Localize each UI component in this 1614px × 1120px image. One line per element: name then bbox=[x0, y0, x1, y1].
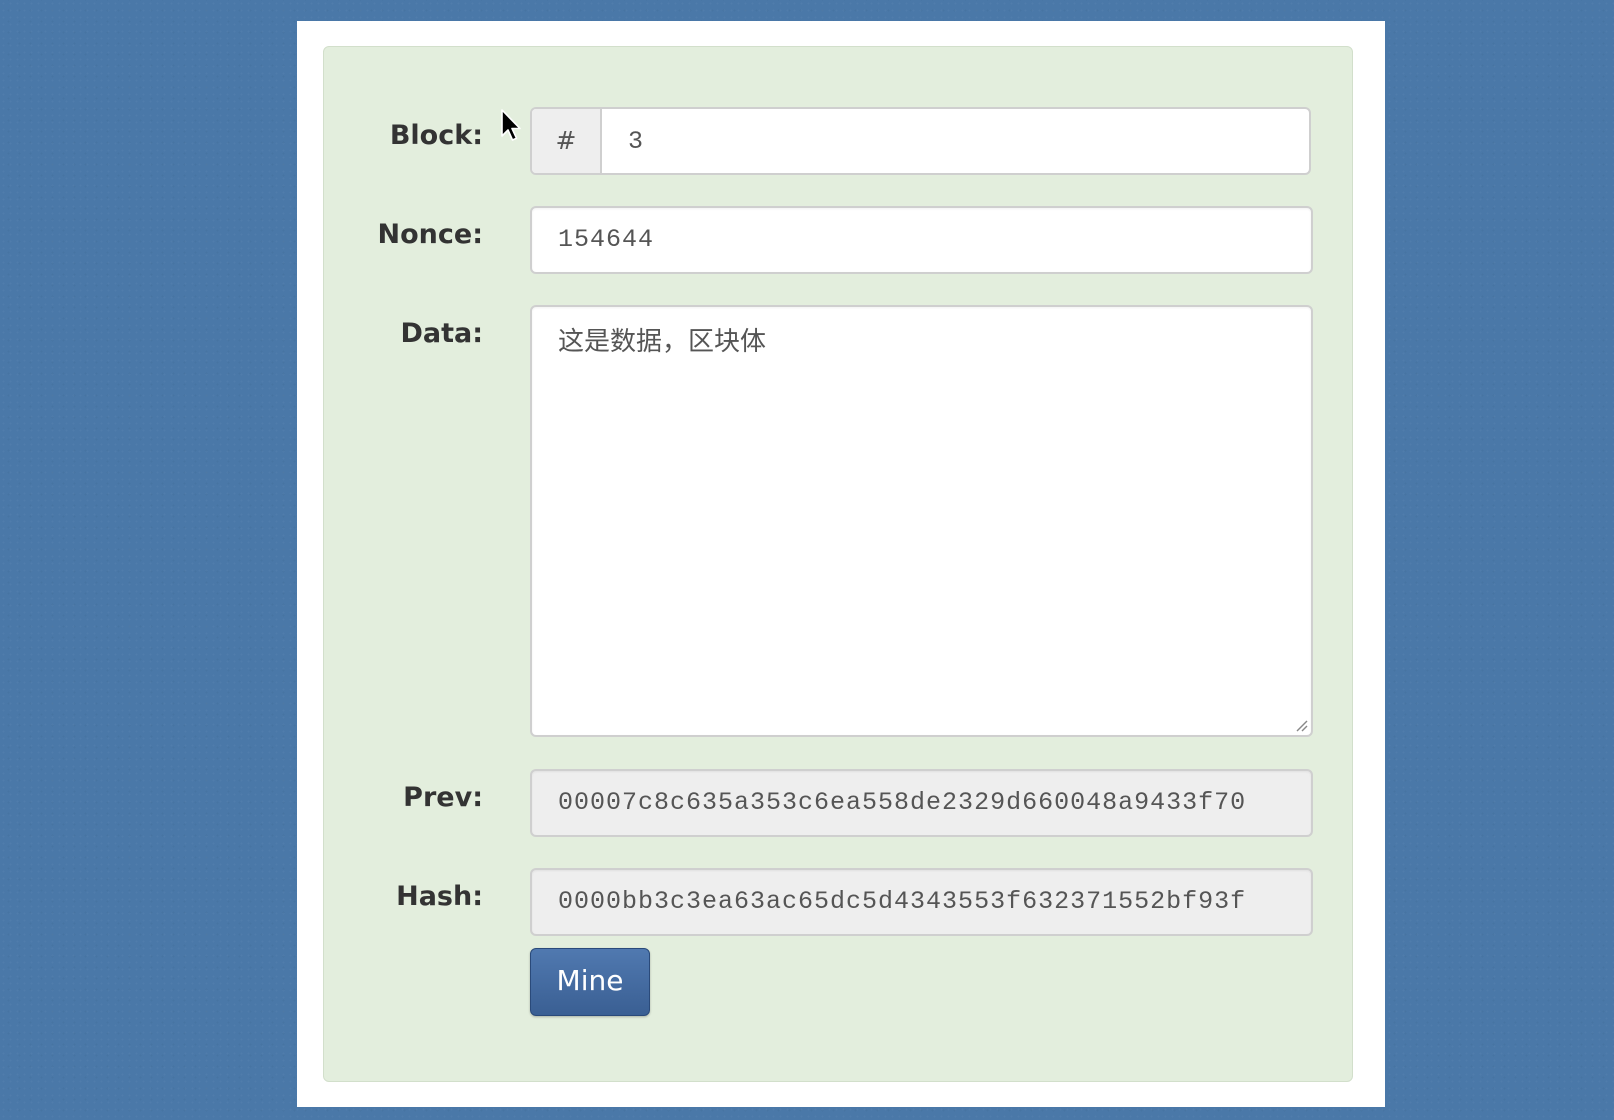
data-text: 这是数据，区块体 bbox=[558, 327, 767, 357]
data-label: Data: bbox=[400, 318, 483, 349]
page-sheet: Block: # 3 Nonce: 154644 Data: 这是数据，区块体 bbox=[297, 21, 1385, 1107]
prev-hash-field: 00007c8c635a353c6ea558de2329d660048a9433… bbox=[530, 769, 1313, 837]
nonce-label: Nonce: bbox=[377, 219, 483, 250]
hash-label: Hash: bbox=[396, 881, 483, 912]
mine-button[interactable]: Mine bbox=[530, 948, 650, 1016]
resize-grip-icon[interactable] bbox=[1294, 718, 1308, 732]
data-textarea[interactable]: 这是数据，区块体 bbox=[530, 305, 1313, 737]
nonce-input[interactable]: 154644 bbox=[530, 206, 1313, 274]
hash-field: 0000bb3c3ea63ac65dc5d4343553f632371552bf… bbox=[530, 868, 1313, 936]
prev-label: Prev: bbox=[403, 782, 483, 813]
block-number-group: # 3 bbox=[530, 107, 1311, 175]
block-label: Block: bbox=[389, 120, 483, 151]
block-hash-prefix: # bbox=[532, 109, 602, 173]
block-number-input[interactable]: 3 bbox=[628, 109, 643, 173]
block-panel: Block: # 3 Nonce: 154644 Data: 这是数据，区块体 bbox=[323, 46, 1353, 1082]
